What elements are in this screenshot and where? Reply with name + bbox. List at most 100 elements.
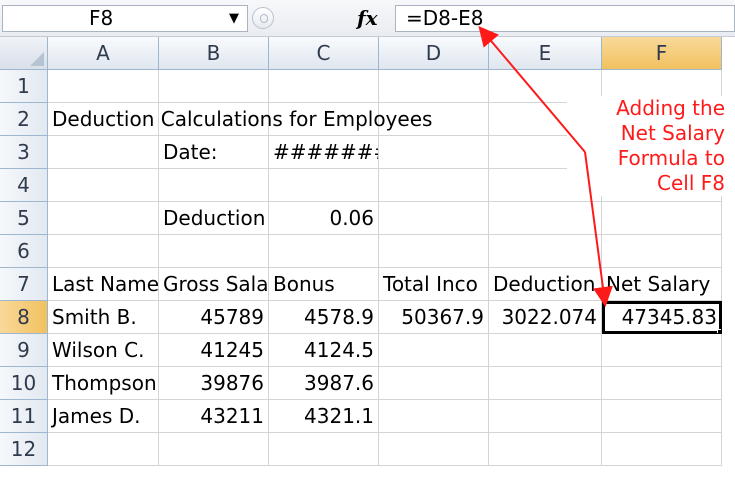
cell-e8[interactable]: 3022.074: [489, 301, 602, 334]
cell-a6[interactable]: [48, 235, 159, 268]
row-header-10[interactable]: 10: [0, 367, 48, 400]
cell-d7[interactable]: Total Inco: [379, 268, 489, 301]
cell-b4[interactable]: [159, 169, 269, 202]
expand-toggle-icon[interactable]: [252, 7, 274, 29]
table-row: 11 James D. 43211 4321.1: [0, 400, 735, 433]
column-header-d[interactable]: D: [379, 37, 489, 70]
cell-e10[interactable]: [489, 367, 602, 400]
cell-d3[interactable]: [379, 136, 489, 169]
name-box[interactable]: F8 ▼: [2, 5, 248, 32]
name-box-value: F8: [89, 6, 114, 30]
cell-c5[interactable]: 0.06: [269, 202, 379, 235]
cell-c3[interactable]: ########: [269, 136, 379, 169]
cell-c1[interactable]: [269, 70, 379, 103]
cell-b3[interactable]: Date:: [159, 136, 269, 169]
cell-e6[interactable]: [489, 235, 602, 268]
cell-b5[interactable]: Deduction: [159, 202, 269, 235]
row-header-11[interactable]: 11: [0, 400, 48, 433]
cell-f7[interactable]: Net Salary: [602, 268, 722, 301]
select-all-corner[interactable]: [0, 37, 48, 70]
fill-handle[interactable]: [717, 329, 721, 333]
cell-a9[interactable]: Wilson C.: [48, 334, 159, 367]
cell-a5[interactable]: [48, 202, 159, 235]
cell-d6[interactable]: [379, 235, 489, 268]
column-header-row: A B C D E F: [0, 37, 735, 70]
cell-b1[interactable]: [159, 70, 269, 103]
table-row: 10 Thompson 39876 3987.6: [0, 367, 735, 400]
table-row: 6: [0, 235, 735, 268]
cell-b10[interactable]: 39876: [159, 367, 269, 400]
row-header-9[interactable]: 9: [0, 334, 48, 367]
row-header-2[interactable]: 2: [0, 103, 48, 136]
row-header-5[interactable]: 5: [0, 202, 48, 235]
annotation-line: Formula to: [617, 146, 725, 170]
column-header-f[interactable]: F: [602, 37, 722, 70]
cell-f6[interactable]: [602, 235, 722, 268]
row-header-8[interactable]: 8: [0, 301, 48, 334]
row-header-1[interactable]: 1: [0, 70, 48, 103]
cell-e7[interactable]: Deduction: [489, 268, 602, 301]
cell-f5[interactable]: [602, 202, 722, 235]
row-header-3[interactable]: 3: [0, 136, 48, 169]
chevron-down-icon[interactable]: ▼: [229, 6, 239, 31]
cell-a12[interactable]: [48, 433, 159, 466]
cell-d12[interactable]: [379, 433, 489, 466]
cell-a8[interactable]: Smith B.: [48, 301, 159, 334]
cell-b9[interactable]: 41245: [159, 334, 269, 367]
cell-f12[interactable]: [602, 433, 722, 466]
column-header-c[interactable]: C: [269, 37, 379, 70]
cell-e11[interactable]: [489, 400, 602, 433]
cell-c4[interactable]: [269, 169, 379, 202]
cell-a11[interactable]: James D.: [48, 400, 159, 433]
cell-c8[interactable]: 4578.9: [269, 301, 379, 334]
cell-d8[interactable]: 50367.9: [379, 301, 489, 334]
insert-function-icon[interactable]: fx: [357, 5, 378, 31]
table-row: 8 Smith B. 45789 4578.9 50367.9 3022.074 47345…: [0, 301, 735, 334]
annotation-line: Adding the: [616, 96, 725, 120]
cell-a2[interactable]: Deduction Calculations for Employees: [48, 103, 432, 136]
cell-e5[interactable]: [489, 202, 602, 235]
table-row: 9 Wilson C. 41245 4124.5: [0, 334, 735, 367]
column-header-a[interactable]: A: [48, 37, 159, 70]
cell-d1[interactable]: [379, 70, 489, 103]
cell-c9[interactable]: 4124.5: [269, 334, 379, 367]
cell-d11[interactable]: [379, 400, 489, 433]
formula-bar: F8 ▼ fx =D8-E8: [0, 0, 735, 37]
column-header-b[interactable]: B: [159, 37, 269, 70]
column-header-e[interactable]: E: [489, 37, 602, 70]
annotation-callout: Adding the Net Salary Formula to Cell F8: [567, 96, 727, 196]
cell-b12[interactable]: [159, 433, 269, 466]
cell-a1[interactable]: [48, 70, 159, 103]
cell-d4[interactable]: [379, 169, 489, 202]
cell-d9[interactable]: [379, 334, 489, 367]
cell-a4[interactable]: [48, 169, 159, 202]
table-row: 5 Deduction 0.06: [0, 202, 735, 235]
cell-d10[interactable]: [379, 367, 489, 400]
cell-a3[interactable]: [48, 136, 159, 169]
row-header-7[interactable]: 7: [0, 268, 48, 301]
cell-c6[interactable]: [269, 235, 379, 268]
cell-b8[interactable]: 45789: [159, 301, 269, 334]
cell-c10[interactable]: 3987.6: [269, 367, 379, 400]
cell-d5[interactable]: [379, 202, 489, 235]
cell-b6[interactable]: [159, 235, 269, 268]
cell-f8[interactable]: 47345.83: [602, 301, 722, 334]
cell-c7[interactable]: Bonus: [269, 268, 379, 301]
cell-c12[interactable]: [269, 433, 379, 466]
cell-f9[interactable]: [602, 334, 722, 367]
row-header-12[interactable]: 12: [0, 433, 48, 466]
formula-bar-controls: fx: [252, 5, 392, 32]
cell-f11[interactable]: [602, 400, 722, 433]
row-header-6[interactable]: 6: [0, 235, 48, 268]
cell-b7[interactable]: Gross Sala: [159, 268, 269, 301]
cell-a10[interactable]: Thompson: [48, 367, 159, 400]
cell-a7[interactable]: Last Name: [48, 268, 159, 301]
cell-f10[interactable]: [602, 367, 722, 400]
cell-e12[interactable]: [489, 433, 602, 466]
cell-c11[interactable]: 4321.1: [269, 400, 379, 433]
formula-input[interactable]: =D8-E8: [395, 5, 735, 32]
cell-e9[interactable]: [489, 334, 602, 367]
row-header-4[interactable]: 4: [0, 169, 48, 202]
table-row: 12: [0, 433, 735, 466]
cell-b11[interactable]: 43211: [159, 400, 269, 433]
